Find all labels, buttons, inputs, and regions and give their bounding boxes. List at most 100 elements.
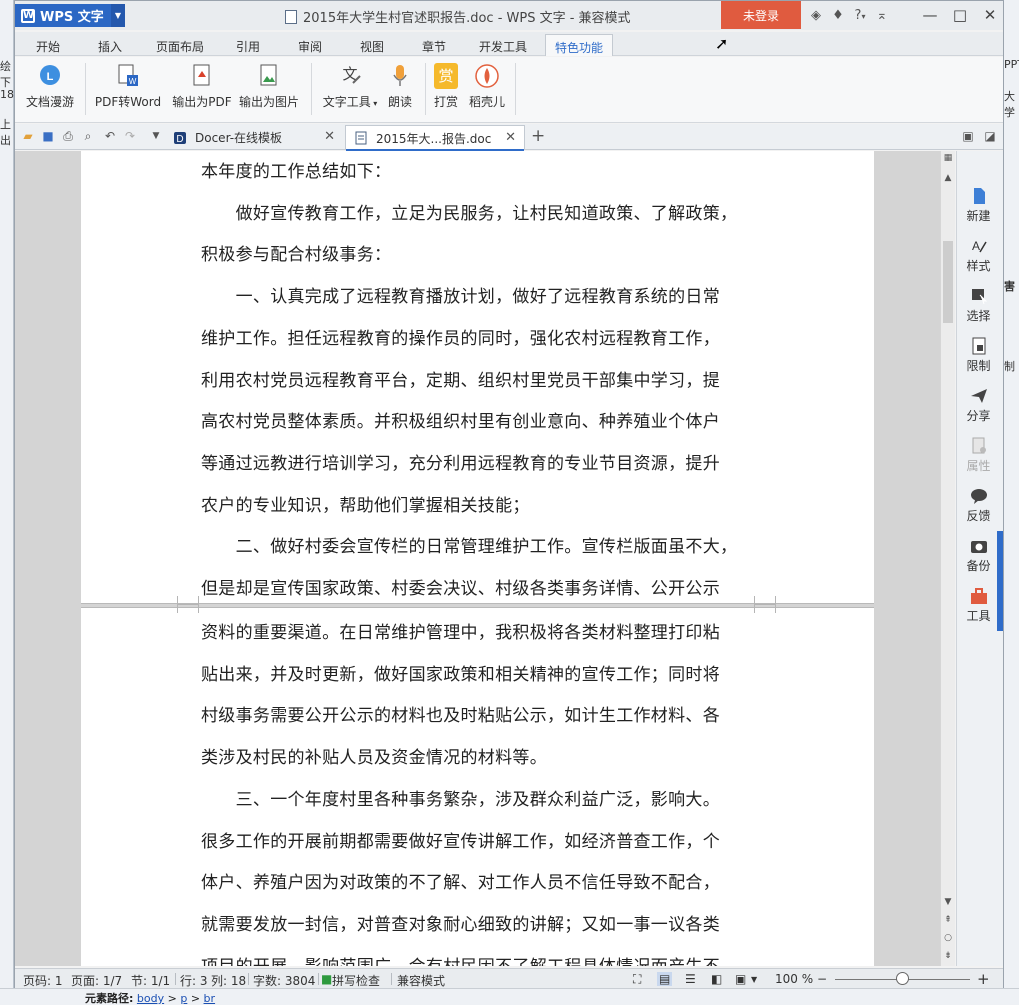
document-text-line[interactable]: 农户的专业知识，帮助他们掌握相关技能； xyxy=(201,491,530,516)
document-text-line[interactable]: 项目的开展，影响范围广，会有村民因不了解工程具体情况而产生不 xyxy=(201,952,720,966)
zoom-level[interactable]: 100 % xyxy=(775,972,813,986)
document-text-line[interactable]: 积极参与配合村级事务： xyxy=(201,240,391,265)
document-text-line[interactable]: 高农村党员整体素质。并积极组织村里有创业意向、种养殖业个体户 xyxy=(201,407,720,432)
document-text-line[interactable]: 做好宣传教育工作，立足为民服务，让村民知道政策、了解政策， xyxy=(201,199,737,224)
app-menu-caret-icon[interactable]: ▼ xyxy=(111,4,125,27)
app-menu-button[interactable]: W WPS 文字 ▼ xyxy=(15,4,125,27)
zoom-in-icon[interactable]: + xyxy=(977,970,990,988)
shirt-icon[interactable]: ♦ xyxy=(827,7,849,25)
tab-developer[interactable]: 开发工具 xyxy=(470,34,536,56)
export-pdf-button[interactable]: 输出为PDF xyxy=(171,63,233,119)
document-text-line[interactable]: 三、一个年度村里各种事务繁杂，涉及群众利益广泛，影响大。 xyxy=(201,785,720,810)
doc-tab-report[interactable]: 2015年大...报告.doc ✕ xyxy=(345,125,525,151)
document-text-line[interactable]: 体户、养殖户因为对政策的不了解、对工作人员不信任导致不配合， xyxy=(201,868,720,893)
document-text-line[interactable]: 就需要发放一封信，对普查对象耐心细致的讲解；又如一事一议各类 xyxy=(201,910,720,935)
new-tab-icon[interactable]: + xyxy=(531,126,545,146)
scroll-up-arrow[interactable]: ▲ xyxy=(941,173,955,183)
zoom-out-icon[interactable]: − xyxy=(817,972,827,986)
print-icon[interactable]: ⎙ xyxy=(61,129,75,143)
tab-list-icon[interactable]: ▣ xyxy=(961,129,975,143)
redo-icon[interactable]: ↷ xyxy=(123,129,137,143)
open-folder-icon[interactable]: ▰ xyxy=(21,129,35,143)
status-spell-check[interactable]: 拼写检查 xyxy=(332,972,380,989)
tab-references[interactable]: 引用 xyxy=(227,34,269,56)
collapse-ribbon-icon[interactable]: ⌅ xyxy=(871,7,893,25)
login-button[interactable]: 未登录 xyxy=(721,1,801,29)
help-icon[interactable]: ?▾ xyxy=(849,7,871,25)
document-text-line[interactable]: 资料的重要渠道。在日常维护管理中，我积极将各类材料整理打印粘 xyxy=(201,618,720,643)
customize-dropdown-icon[interactable]: ▼ xyxy=(149,129,163,143)
export-image-button[interactable]: 输出为图片 xyxy=(237,63,301,119)
save-icon[interactable]: ■ xyxy=(41,129,55,143)
tab-review[interactable]: 审阅 xyxy=(289,34,331,56)
undo-icon[interactable]: ↶ xyxy=(103,129,117,143)
document-text-line[interactable]: 一、认真完成了远程教育播放计划，做好了远程教育系统的日常 xyxy=(201,282,720,307)
ruler-toggle-icon[interactable]: ▦ xyxy=(941,153,955,163)
side-feedback-button[interactable]: 反馈 xyxy=(957,487,1000,524)
side-select-button[interactable]: 选择 xyxy=(957,287,1000,324)
document-text-line[interactable]: 类涉及村民的补贴人员及资金情况的材料等。 xyxy=(201,743,547,768)
next-page-icon[interactable]: ⇟ xyxy=(941,951,955,961)
element-path-link[interactable]: body xyxy=(137,992,164,1005)
doc-tab-docer[interactable]: D Docer-在线模板 ✕ xyxy=(165,125,343,150)
pdf-to-word-button[interactable]: W PDF转Word xyxy=(93,63,163,119)
select-browse-object-icon[interactable]: ○ xyxy=(941,933,955,943)
document-text-line[interactable]: 很多工作的开展前期都需要做好宣传讲解工作，如经济普查工作，个 xyxy=(201,827,720,852)
document-text-line[interactable]: 贴出来，并及时更新，做好国家政策和相关精神的宣传工作；同时将 xyxy=(201,660,720,685)
document-text-line[interactable]: 但是却是宣传国家政策、村委会决议、村级各类事务详情、公开公示 xyxy=(201,574,720,599)
side-backup-button[interactable]: 备份 xyxy=(957,537,1000,574)
task-pane-collapse-handle[interactable] xyxy=(997,531,1003,631)
daoke-button[interactable]: 稻壳儿 xyxy=(467,63,507,119)
tab-chapter[interactable]: 章节 xyxy=(413,34,455,56)
skin-icon[interactable]: ◈ xyxy=(805,7,827,25)
previous-page-icon[interactable]: ⇞ xyxy=(941,915,955,925)
reading-view-icon[interactable]: ▣ xyxy=(735,972,746,986)
maximize-button[interactable]: □ xyxy=(945,4,975,26)
page-view-icon[interactable]: ▤ xyxy=(657,972,673,986)
web-view-icon[interactable]: ◧ xyxy=(711,972,722,986)
reward-button[interactable]: 赏 打赏 xyxy=(429,63,463,119)
close-button[interactable]: ✕ xyxy=(975,4,1005,26)
minimize-button[interactable]: — xyxy=(915,4,945,26)
side-tools-button[interactable]: 工具 xyxy=(957,587,1000,624)
element-path-link[interactable]: br xyxy=(204,992,216,1005)
document-text-line[interactable]: 等通过远教进行培训学习，充分利用远程教育的专业节目资源，提升 xyxy=(201,449,720,474)
close-tab-icon[interactable]: ✕ xyxy=(505,130,516,145)
print-preview-icon[interactable]: ⌕ xyxy=(81,129,95,143)
close-tab-icon[interactable]: ✕ xyxy=(324,129,335,144)
document-area[interactable]: 本年度的工作总结如下： 做好宣传教育工作，立足为民服务，让村民知道政策、了解政策… xyxy=(15,151,940,966)
scroll-down-arrow[interactable]: ▼ xyxy=(941,897,955,907)
side-properties-button[interactable]: 属性 xyxy=(957,437,1000,474)
side-share-button[interactable]: 分享 xyxy=(957,387,1000,424)
scroll-thumb[interactable] xyxy=(943,241,953,323)
tab-start[interactable]: 开始 xyxy=(27,34,69,56)
document-page[interactable]: 本年度的工作总结如下： 做好宣传教育工作，立足为民服务，让村民知道政策、了解政策… xyxy=(81,151,874,605)
mouse-cursor-icon: ➚ xyxy=(715,34,729,53)
tab-view[interactable]: 视图 xyxy=(351,34,393,56)
element-path-link[interactable]: p xyxy=(180,992,187,1005)
status-word-count[interactable]: 字数: 3804 xyxy=(253,972,315,989)
side-style-button[interactable]: A 样式 xyxy=(957,237,1000,274)
side-new-button[interactable]: 新建 xyxy=(957,187,1000,224)
zoom-slider-handle[interactable] xyxy=(896,972,909,985)
document-page[interactable]: 资料的重要渠道。在日常维护管理中，我积极将各类材料整理打印粘 贴出来，并及时更新，… xyxy=(81,604,874,966)
text-tools-button[interactable]: 文 文字工具 ▾ xyxy=(319,63,381,119)
doc-roam-button[interactable]: L 文档漫游 xyxy=(21,63,79,119)
view-dropdown-icon[interactable]: ▼ xyxy=(751,975,757,984)
side-restrict-button[interactable]: 限制 xyxy=(957,337,1000,374)
tab-insert[interactable]: 插入 xyxy=(89,34,131,56)
document-text-line[interactable]: 利用农村党员远程教育平台，定期、组织村里党员干部集中学习，提 xyxy=(201,366,720,391)
read-aloud-button[interactable]: 朗读 xyxy=(383,63,417,119)
outline-view-icon[interactable]: ☰ xyxy=(685,972,696,986)
document-text-line[interactable]: 维护工作。担任远程教育的操作员的同时，强化农村远程教育工作， xyxy=(201,324,720,349)
tab-special-features[interactable]: 特色功能 xyxy=(545,34,614,56)
document-text-line[interactable]: 二、做好村委会宣传栏的日常管理维护工作。宣传栏版面虽不大， xyxy=(201,532,737,557)
focus-mode-icon[interactable]: ⛶ xyxy=(633,972,641,987)
tab-options-icon[interactable]: ◪ xyxy=(983,129,997,143)
document-text-line[interactable]: 村级事务需要公开公示的材料也及时粘贴公示，如计生工作材料、各 xyxy=(201,701,720,726)
status-pages[interactable]: 页面: 1/7 xyxy=(71,972,122,989)
document-text-line[interactable]: 本年度的工作总结如下： xyxy=(201,157,391,182)
tab-page-layout[interactable]: 页面布局 xyxy=(147,34,213,56)
vertical-scrollbar[interactable]: ▦ ▲ ▼ ⇞ ○ ⇟ xyxy=(940,151,955,966)
wps-window: W WPS 文字 ▼ 2015年大学生村官述职报告.doc - WPS 文字 -… xyxy=(14,0,1004,988)
